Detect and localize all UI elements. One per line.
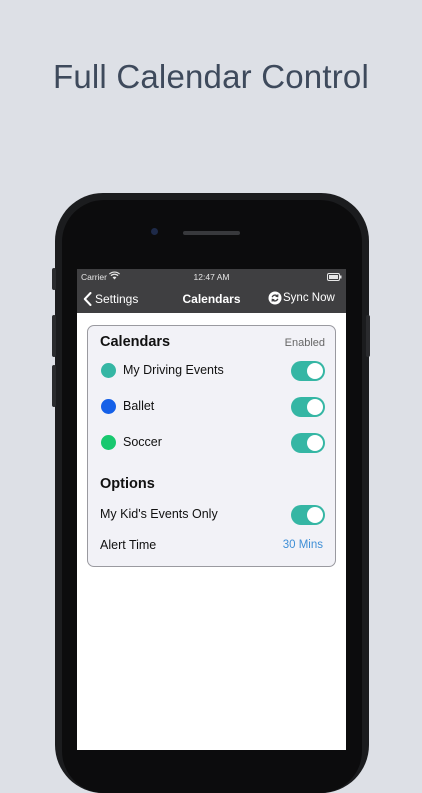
sync-label: Sync Now [283,292,335,304]
earpiece-speaker [183,231,240,235]
calendar-row-ballet: Ballet [88,395,335,419]
alert-time-value[interactable]: 30 Mins [283,539,323,551]
alert-time-row[interactable]: Alert Time 30 Mins [88,534,335,558]
calendar-row-soccer: Soccer [88,431,335,455]
settings-panel: Calendars Enabled My Driving Events Ball… [87,325,336,567]
phone-volume-up [52,315,56,357]
kids-events-only-toggle[interactable] [291,505,325,525]
clock-label: 12:47 AM [193,272,230,282]
calendar-label-my-driving-events: My Driving Events [123,363,224,377]
headline: Full Calendar Control [52,58,369,95]
calendar-color-dot [101,435,116,450]
sync-now-button[interactable]: Sync Now [268,291,344,307]
phone-side-button [52,268,56,290]
calendar-label-soccer: Soccer [123,435,162,449]
navigation-bar: Settings Calendars Sync Now [77,285,346,313]
battery-icon [327,273,342,283]
my-driving-events-toggle[interactable] [291,361,325,381]
toggle-knob [307,363,323,379]
ballet-toggle[interactable] [291,397,325,417]
calendar-row-my-driving-events: My Driving Events [88,359,335,383]
toggle-knob [307,435,323,451]
calendar-color-dot [101,363,116,378]
calendar-label-ballet: Ballet [123,399,155,413]
kids-events-only-row: My Kid's Events Only [88,503,335,527]
phone-screen: Carrier 12:47 AM Settings Calendars Sync… [77,269,346,750]
toggle-knob [307,399,323,415]
soccer-toggle[interactable] [291,433,325,453]
phone-volume-down [52,365,56,407]
front-camera [151,228,158,235]
phone-power-button [366,315,370,357]
kids-events-only-label: My Kid's Events Only [100,507,218,521]
status-bar: Carrier 12:47 AM [77,269,346,285]
enabled-header: Enabled [284,337,325,349]
options-section-title: Options [100,476,155,492]
sync-icon [268,291,282,310]
calendars-section-title: Calendars [100,334,171,350]
calendar-color-dot [101,399,116,414]
alert-time-label: Alert Time [100,538,157,552]
toggle-knob [307,507,323,523]
